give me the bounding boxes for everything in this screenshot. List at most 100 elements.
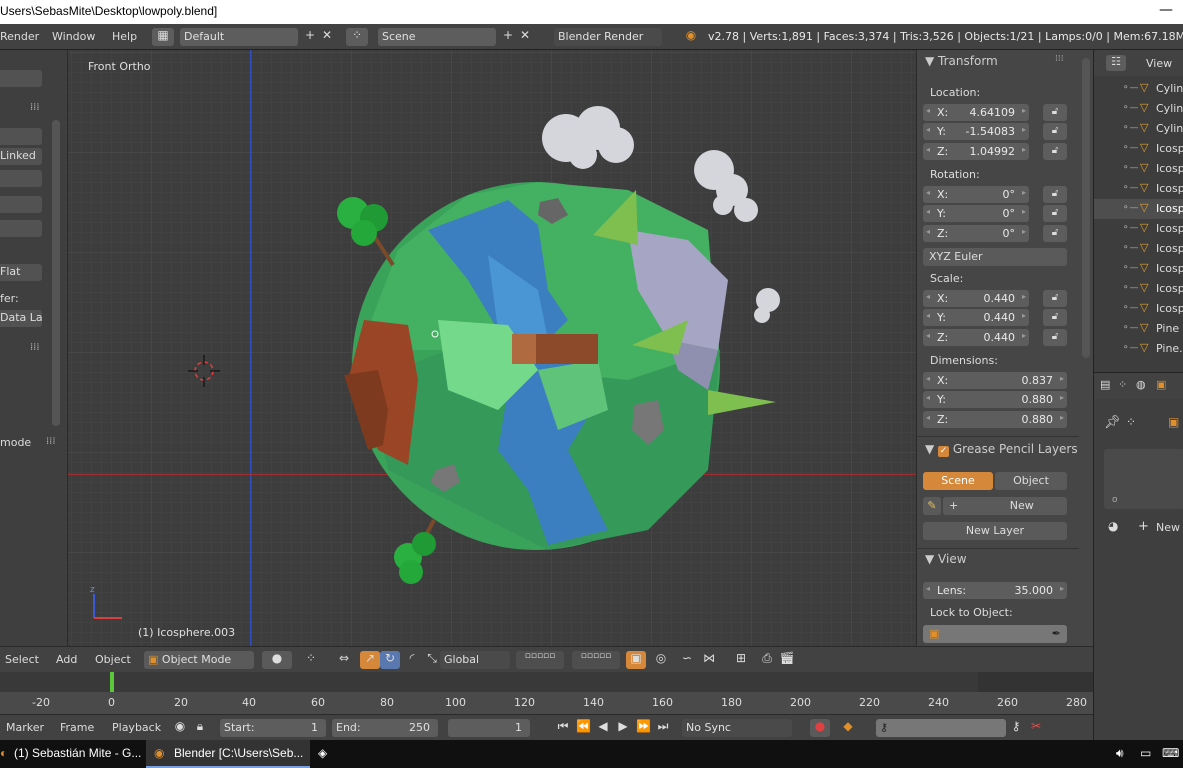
list-item[interactable]: ⚬—▽Pine.0	[1094, 339, 1183, 359]
scene-field[interactable]: Scene	[378, 28, 496, 46]
arc-icon[interactable]: ◜	[402, 651, 422, 669]
menu-playback[interactable]: Playback	[112, 721, 161, 734]
timeline[interactable]: -20 0 20 40 60 80 100 120 140 160 180 20…	[0, 672, 1093, 714]
lock-icon[interactable]: 🔓︎	[1043, 143, 1067, 160]
start-frame-field[interactable]: Start: 1	[220, 719, 326, 737]
snap-icon[interactable]: ∽	[678, 651, 696, 669]
lock-icon[interactable]: 🔓︎	[1043, 329, 1067, 346]
scale-icon[interactable]: ⤡	[422, 651, 442, 669]
list-item[interactable]: ⚬— ▽ Icosp	[1094, 159, 1183, 179]
list-item[interactable]: ⚬—▽Cylind	[1094, 119, 1183, 139]
render-tab-icon[interactable]: ▤	[1100, 378, 1110, 391]
keying-set-field[interactable]: ⚷	[876, 719, 1006, 737]
location-y-field[interactable]: ◂ Y: -1.54083 ▸	[923, 123, 1029, 140]
keyframe-icon[interactable]: ◆	[838, 719, 858, 737]
lock-icon[interactable]: 🔓︎	[1043, 225, 1067, 242]
eyedropper-icon[interactable]: ✒	[1052, 627, 1061, 640]
rotation-mode-select[interactable]: XYZ Euler	[923, 248, 1067, 266]
rotation-x-field[interactable]: ◂ X: 0° ▸	[923, 186, 1029, 203]
toolshelf-data-layer[interactable]: Data La	[0, 310, 42, 327]
lock-icon[interactable]: 🔓︎	[1043, 309, 1067, 326]
tab-scene[interactable]: Scene	[923, 472, 993, 490]
list-item[interactable]: ⚬— ▽ Icosp	[1094, 219, 1183, 239]
taskbar-item-browser[interactable]: (1) Sebastián Mite - G...	[14, 746, 141, 760]
magnet-icon[interactable]: ⊞	[732, 651, 750, 669]
clapper-icon[interactable]: 🎬︎	[778, 651, 796, 669]
toolshelf-scrollbar[interactable]	[52, 120, 60, 426]
jump-next-key-icon[interactable]: ⏩	[636, 719, 651, 737]
keyboard-icon[interactable]: ⌨	[1162, 746, 1179, 760]
lock-icon[interactable]: 🔒︎	[192, 719, 208, 737]
npanel-scrollbar[interactable]	[1082, 58, 1090, 358]
proportional-icon[interactable]: ⋈	[700, 651, 718, 669]
taskbar-item-blender[interactable]: Blender [C:\Users\Seb...	[174, 746, 303, 760]
scale-y-field[interactable]: ◂ Y: 0.440 ▸	[923, 309, 1029, 326]
jump-end-icon[interactable]: ⏭	[656, 719, 670, 737]
dimensions-z-field[interactable]: ◂ Z: 0.880 ▸	[923, 411, 1067, 428]
minimize-icon[interactable]: —	[1159, 2, 1173, 18]
sync-select[interactable]: No Sync	[682, 719, 792, 737]
object-tab-icon[interactable]: ▣	[1156, 378, 1166, 391]
menu-render[interactable]: Render	[0, 30, 39, 43]
layers-grid[interactable]: ▫▫▫▫▫	[572, 651, 620, 669]
outliner-display-icon[interactable]: ☷	[1106, 55, 1126, 71]
transform-panel-header[interactable]: ▼ Transform	[925, 54, 998, 68]
pencil-icon[interactable]: ✎	[923, 497, 941, 515]
view-panel-header[interactable]: ▼ View	[925, 552, 967, 566]
add-layout-icon[interactable]: +	[303, 28, 317, 46]
scale-z-field[interactable]: ◂ Z: 0.440 ▸	[923, 329, 1029, 346]
layout-grid-icon[interactable]: ▦	[152, 28, 174, 46]
mode-select[interactable]: ▣ Object Mode	[144, 651, 254, 669]
play-reverse-icon[interactable]: ◀	[596, 719, 610, 737]
shading-icon[interactable]: ●	[262, 651, 292, 669]
orientation-select[interactable]: Global	[440, 651, 510, 669]
pin-icon[interactable]: 📌︎	[1104, 415, 1121, 430]
checkbox-icon[interactable]: ✓	[938, 446, 950, 457]
grease-pencil-panel-header[interactable]: ▼ ✓ Grease Pencil Layers	[925, 442, 1078, 457]
toolshelf-field[interactable]	[0, 220, 42, 237]
list-item[interactable]: ⚬— ▽ Icosp	[1094, 139, 1183, 159]
volume-icon[interactable]: 🔊︎	[1116, 746, 1124, 761]
menu-help[interactable]: Help	[112, 30, 137, 43]
list-item[interactable]: ⚬— ▽ Icosp	[1094, 299, 1183, 319]
list-item[interactable]: ⚬— ▽ Pine	[1094, 319, 1183, 339]
menu-add[interactable]: Add	[56, 653, 77, 666]
new-grease-pencil-button[interactable]: + New	[943, 497, 1067, 515]
toolshelf-field[interactable]	[0, 70, 42, 87]
timeline-area[interactable]	[0, 672, 1093, 692]
list-item[interactable]: ⚬— ▽ Icosp	[1094, 279, 1183, 299]
outliner-view-menu[interactable]: View	[1146, 57, 1172, 70]
toolshelf-field[interactable]	[0, 170, 42, 187]
list-item-active[interactable]: ⚬— ▽ Icosp	[1094, 199, 1183, 219]
lock-icon[interactable]: 🔓︎	[1043, 104, 1067, 121]
menu-object[interactable]: Object	[95, 653, 131, 666]
scale-x-field[interactable]: ◂ X: 0.440 ▸	[923, 290, 1029, 307]
add-scene-icon[interactable]: +	[501, 28, 515, 46]
insert-keyframe-icon[interactable]: ⚷	[1008, 719, 1024, 737]
current-frame-field[interactable]: 1	[448, 719, 530, 737]
camera-icon[interactable]: ⎙	[758, 651, 776, 669]
toolshelf-field[interactable]	[0, 196, 42, 213]
jump-start-icon[interactable]: ⏮	[556, 719, 570, 737]
menu-frame[interactable]: Frame	[60, 721, 94, 734]
lock-icon[interactable]: 🔓︎	[1043, 123, 1067, 140]
scene-icon[interactable]: ⁘	[346, 28, 368, 46]
list-item[interactable]: ⚬— ▽ Icosp	[1094, 259, 1183, 279]
close-layout-icon[interactable]: ✕	[320, 28, 334, 46]
keying-set-icon[interactable]: ◉	[172, 719, 188, 737]
manipulator-toggle-icon[interactable]: ⇔	[334, 651, 354, 669]
translate-icon[interactable]: ↗	[360, 651, 380, 669]
record-icon[interactable]: ●	[810, 719, 830, 737]
current-frame-marker[interactable]	[110, 672, 114, 694]
menu-select[interactable]: Select	[5, 653, 39, 666]
layout-field[interactable]: Default	[180, 28, 298, 46]
lens-field[interactable]: ◂ Lens: 35.000 ▸	[923, 582, 1067, 599]
list-item[interactable]: ⚬—▽Cylind	[1094, 99, 1183, 119]
new-material-button[interactable]: New	[1156, 521, 1180, 534]
jump-prev-key-icon[interactable]: ⏪	[576, 719, 591, 737]
add-material-icon[interactable]: +	[1138, 519, 1149, 534]
tab-object[interactable]: Object	[995, 472, 1067, 490]
play-icon[interactable]: ▶	[616, 719, 630, 737]
delete-keyframe-icon[interactable]: ✂	[1028, 719, 1044, 737]
menu-window[interactable]: Window	[52, 30, 95, 43]
